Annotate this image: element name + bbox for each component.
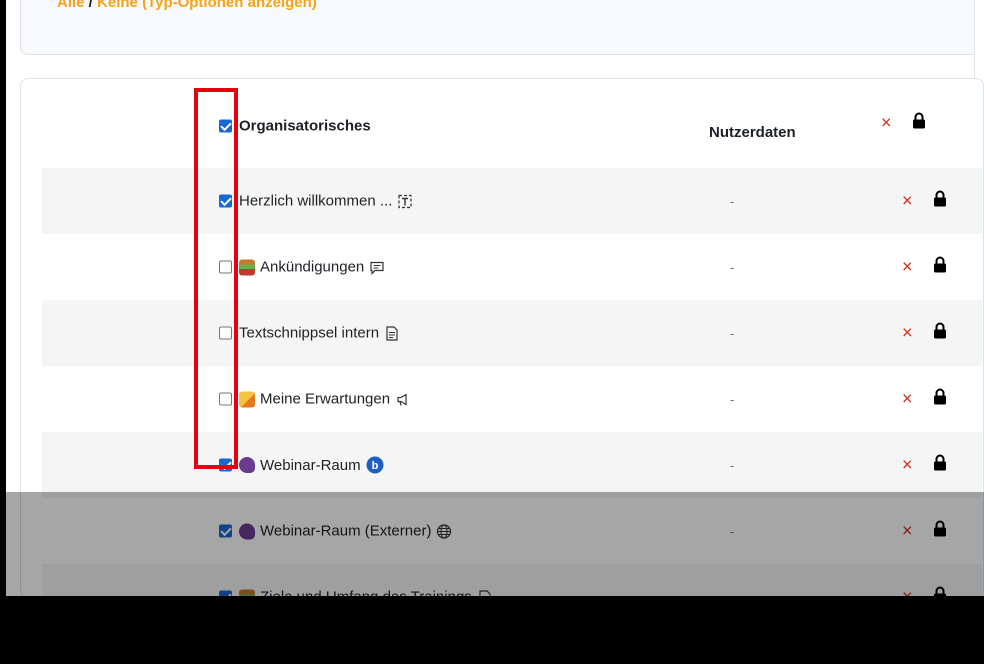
activity-row: Webinar-Raum b - × bbox=[42, 432, 982, 498]
lock-icon[interactable] bbox=[933, 520, 947, 542]
activity-checkbox[interactable] bbox=[219, 392, 232, 406]
activity-row: Meine Erwartungen - × bbox=[42, 366, 982, 432]
activity-name: Textschnippsel intern bbox=[239, 325, 400, 342]
lock-icon[interactable] bbox=[912, 112, 926, 134]
bottom-black-bar bbox=[0, 596, 984, 664]
delete-icon[interactable]: × bbox=[902, 455, 913, 476]
forum-icon bbox=[369, 259, 385, 275]
presentation-emoji bbox=[239, 259, 255, 275]
activity-row: Webinar-Raum (Externer) - × bbox=[42, 498, 982, 564]
activity-row: Herzlich willkommen ... - × bbox=[42, 168, 982, 234]
lock-icon[interactable] bbox=[933, 322, 947, 344]
links-separator: / bbox=[84, 0, 98, 11]
activity-name: Webinar-Raum b bbox=[239, 456, 384, 474]
activity-label: Ankündigungen bbox=[260, 258, 365, 276]
page-icon bbox=[384, 325, 400, 341]
left-edge bbox=[0, 0, 6, 664]
globe-icon bbox=[436, 523, 452, 539]
select-none-link[interactable]: Keine bbox=[97, 0, 138, 11]
lock-icon[interactable] bbox=[933, 454, 947, 476]
userdata-value: - bbox=[730, 194, 735, 209]
activity-checkbox[interactable] bbox=[219, 524, 232, 538]
activity-label: Webinar-Raum (Externer) bbox=[260, 522, 432, 540]
speaking-head-emoji bbox=[239, 457, 255, 473]
lock-icon[interactable] bbox=[933, 256, 947, 278]
section-checkbox[interactable] bbox=[219, 119, 232, 133]
delete-icon[interactable]: × bbox=[902, 389, 913, 410]
select-links: Alle / Keine (Typ-Optionen anzeigen) bbox=[57, 0, 317, 11]
activity-row: Textschnippsel intern - × bbox=[42, 300, 982, 366]
userdata-value: - bbox=[730, 260, 735, 275]
activity-label: Webinar-Raum bbox=[260, 456, 361, 474]
delete-icon[interactable]: × bbox=[902, 323, 913, 344]
bigbluebutton-icon: b bbox=[366, 456, 384, 474]
activity-checkbox[interactable] bbox=[219, 326, 232, 340]
activity-checkbox[interactable] bbox=[219, 458, 232, 472]
userdata-value: - bbox=[730, 524, 735, 539]
delete-icon[interactable]: × bbox=[902, 191, 913, 212]
delete-icon[interactable]: × bbox=[881, 113, 892, 134]
userdata-value: - bbox=[730, 392, 735, 407]
section-title: Organisatorisches bbox=[239, 117, 371, 135]
select-all-link[interactable]: Alle bbox=[57, 0, 85, 11]
activity-label: Textschnippsel intern bbox=[239, 324, 380, 342]
section-header-row: Organisatorisches bbox=[42, 93, 982, 159]
userdata-value: - bbox=[730, 458, 735, 473]
activity-name: Ankündigungen bbox=[239, 259, 385, 276]
delete-icon[interactable]: × bbox=[902, 257, 913, 278]
speaking-head-emoji bbox=[239, 523, 255, 539]
activity-row: Ziele und Umfang des Trainings × bbox=[42, 564, 982, 597]
activity-checkbox[interactable] bbox=[219, 194, 232, 208]
type-options-link[interactable]: (Typ-Optionen anzeigen) bbox=[142, 0, 317, 11]
writing-hand-emoji bbox=[239, 391, 255, 407]
text-frame-icon bbox=[397, 193, 413, 209]
activity-checkbox[interactable] bbox=[219, 260, 232, 274]
activity-row: Ankündigungen - × bbox=[42, 234, 982, 300]
activity-table: Organisatorisches Nutzerdaten × Herzlich… bbox=[20, 78, 984, 598]
lock-icon[interactable] bbox=[933, 190, 947, 212]
activity-label: Meine Erwartungen bbox=[260, 390, 391, 408]
activity-name: Meine Erwartungen bbox=[239, 391, 411, 408]
activity-label: Herzlich willkommen ... bbox=[239, 192, 393, 210]
feedback-icon bbox=[395, 391, 411, 407]
delete-icon[interactable]: × bbox=[902, 521, 913, 542]
filter-card: Alle / Keine (Typ-Optionen anzeigen) bbox=[20, 0, 984, 55]
svg-text:b: b bbox=[371, 460, 378, 472]
activity-name: Webinar-Raum (Externer) bbox=[239, 523, 452, 540]
userdata-column-header: Nutzerdaten bbox=[709, 124, 796, 141]
lock-icon[interactable] bbox=[933, 388, 947, 410]
userdata-value: - bbox=[730, 326, 735, 341]
activity-name: Herzlich willkommen ... bbox=[239, 193, 413, 210]
